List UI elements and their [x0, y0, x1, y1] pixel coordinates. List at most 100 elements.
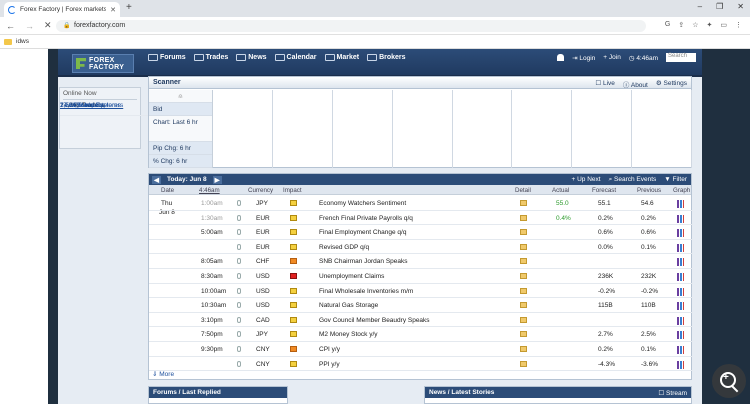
event-alert-icon[interactable] [237, 302, 241, 309]
bookmark-idws[interactable]: idws [16, 38, 29, 45]
detail-folder-icon[interactable] [520, 273, 527, 279]
detail-folder-icon[interactable] [520, 214, 527, 221]
forex-factory-logo[interactable]: FOREX FACTORY [72, 54, 134, 73]
event-alert-icon[interactable] [237, 214, 241, 221]
calendar-row[interactable]: 9:30pm CNY CPI y/y 0.2% 0.1% [149, 342, 693, 357]
event-alert-icon[interactable] [237, 331, 241, 338]
live-checkbox[interactable]: ☐ Live [595, 79, 615, 89]
graph-icon[interactable] [677, 331, 684, 340]
calendar-row[interactable]: EUR Revised GDP q/q 0.0% 0.1% [149, 240, 693, 255]
new-tab-icon[interactable]: + [126, 2, 132, 13]
sidepanel-icon[interactable]: ▭ [720, 21, 727, 29]
graph-icon[interactable] [677, 258, 684, 267]
prev-day-arrow[interactable]: ◀ [152, 175, 161, 184]
calendar-row[interactable]: 3:10pm CAD Gov Council Member Beaudry Spea… [149, 313, 693, 328]
settings-link[interactable]: ⚙ Settings [656, 79, 687, 89]
graph-icon[interactable] [677, 243, 684, 252]
minimize-button[interactable]: – [698, 2, 702, 11]
share-icon[interactable]: ⇪ [678, 21, 684, 29]
event-alert-icon[interactable] [237, 243, 241, 250]
more-link[interactable]: ⇓ More [152, 370, 174, 378]
calendar-row[interactable]: 1:30am EUR French Final Private Payrolls q… [149, 211, 693, 226]
graph-icon[interactable] [677, 200, 684, 208]
stream-checkbox[interactable]: ☐ Stream [658, 389, 687, 397]
detail-folder-icon[interactable] [520, 331, 527, 338]
graph-icon[interactable] [677, 287, 684, 296]
event-alert-icon[interactable] [237, 273, 241, 279]
forward-arrow-icon[interactable]: → [25, 21, 34, 31]
graph-icon[interactable] [677, 214, 684, 223]
detail-folder-icon[interactable] [520, 258, 527, 265]
detail-folder-icon[interactable] [520, 243, 527, 250]
about-link[interactable]: ⓘ About [623, 79, 648, 89]
impact-icon[interactable] [290, 243, 297, 250]
event-alert-icon[interactable] [237, 346, 241, 352]
search-events-link[interactable]: ⌕ Search Events [609, 176, 657, 184]
event-alert-icon[interactable] [237, 287, 241, 294]
calendar-row[interactable]: 1:00am JPY Economy Watchers Sentiment 55.0 5… [149, 196, 693, 211]
clock[interactable]: ◷ 4:46am [629, 54, 658, 62]
impact-icon[interactable] [290, 302, 297, 309]
graph-icon[interactable] [677, 273, 684, 281]
extensions-icon[interactable]: ✦ [707, 21, 713, 29]
url-field[interactable]: 🔒 forexfactory.com [56, 20, 646, 32]
event-alert-icon[interactable] [237, 200, 241, 206]
up-next-link[interactable]: + Up Next [571, 176, 600, 184]
impact-icon[interactable] [290, 346, 297, 352]
filter-link[interactable]: ▼ Filter [664, 176, 687, 184]
back-arrow-icon[interactable]: ← [6, 21, 15, 31]
detail-folder-icon[interactable] [520, 360, 527, 367]
detail-folder-icon[interactable] [520, 316, 527, 323]
impact-icon[interactable] [290, 360, 297, 367]
event-alert-icon[interactable] [237, 316, 241, 323]
maximize-button[interactable]: ❐ [716, 2, 723, 11]
calendar-row[interactable]: 7:50pm JPY M2 Money Stock y/y 2.7% 2.5% [149, 327, 693, 342]
menu-brokers[interactable]: Brokers [367, 54, 406, 61]
close-window-button[interactable]: ✕ [737, 2, 744, 11]
impact-icon[interactable] [290, 229, 297, 236]
menu-news[interactable]: News [236, 54, 267, 61]
impact-icon[interactable] [290, 258, 297, 265]
graph-icon[interactable] [677, 316, 684, 325]
join-link[interactable]: + Join [603, 54, 621, 61]
browser-tab[interactable]: Forex Factory | Forex markets for ✕ [4, 2, 120, 17]
calendar-row[interactable]: 8:30am USD Unemployment Claims 236K 232K [149, 269, 693, 284]
col-time[interactable]: 4:46am [199, 187, 220, 194]
impact-icon[interactable] [290, 273, 297, 279]
next-day-arrow[interactable]: ▶ [212, 175, 222, 184]
zoom-icon[interactable]: + [712, 364, 746, 398]
scanner-bell-icon[interactable]: ⍝ [149, 90, 212, 103]
menu-trades[interactable]: Trades [193, 54, 228, 61]
graph-icon[interactable] [677, 346, 684, 354]
menu-forums[interactable]: Forums [148, 54, 186, 61]
google-icon[interactable]: G [665, 21, 670, 29]
menu-calendar[interactable]: Calendar [274, 54, 317, 61]
graph-icon[interactable] [677, 360, 684, 369]
calendar-row[interactable]: 10:30am USD Natural Gas Storage 115B 110B [149, 298, 693, 313]
bell-icon[interactable] [557, 54, 565, 61]
login-link[interactable]: ⇥ Login [572, 54, 595, 62]
detail-folder-icon[interactable] [520, 302, 527, 309]
stop-icon[interactable]: ✕ [44, 20, 52, 31]
detail-folder-icon[interactable] [520, 229, 527, 236]
event-alert-icon[interactable] [237, 258, 241, 265]
graph-icon[interactable] [677, 302, 684, 311]
detail-folder-icon[interactable] [520, 346, 527, 352]
calendar-row[interactable]: 5:00am EUR Final Employment Change q/q 0.6%… [149, 225, 693, 240]
search-input[interactable]: Search [666, 53, 696, 62]
star-icon[interactable]: ☆ [692, 21, 698, 29]
impact-icon[interactable] [290, 331, 297, 338]
impact-icon[interactable] [290, 214, 297, 221]
impact-icon[interactable] [290, 287, 297, 294]
calendar-row[interactable]: CNY PPI y/y -4.3% -3.6% [149, 357, 693, 372]
impact-icon[interactable] [290, 200, 297, 206]
impact-icon[interactable] [290, 316, 297, 323]
calendar-row[interactable]: 8:05am CHF SNB Chairman Jordan Speaks [149, 254, 693, 269]
menu-dots-icon[interactable]: ⋮ [735, 21, 742, 29]
close-tab-icon[interactable]: ✕ [110, 6, 116, 14]
event-alert-icon[interactable] [237, 229, 241, 236]
detail-folder-icon[interactable] [520, 200, 527, 206]
calendar-row[interactable]: 10:00am USD Final Wholesale Inventories m/… [149, 284, 693, 299]
menu-market[interactable]: Market [324, 54, 359, 61]
detail-folder-icon[interactable] [520, 287, 527, 294]
